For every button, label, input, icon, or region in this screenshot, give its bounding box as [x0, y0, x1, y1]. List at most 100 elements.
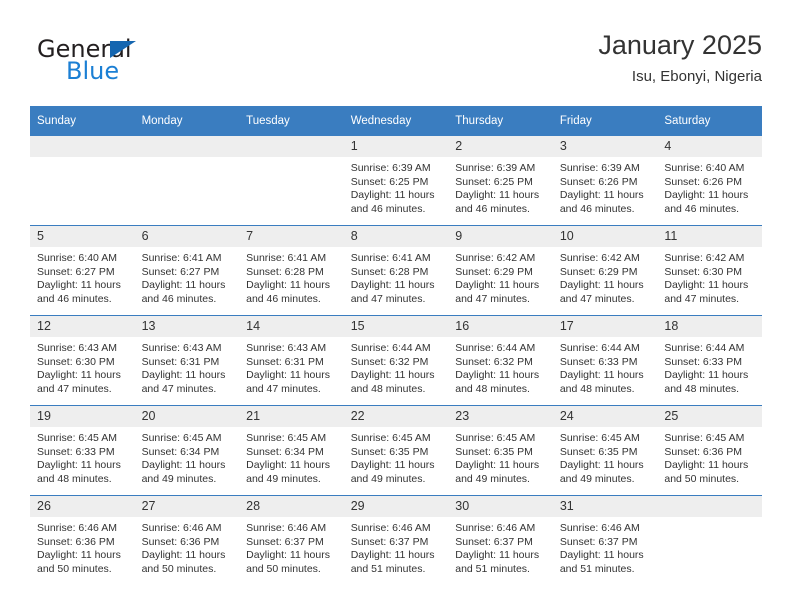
daylight-text-line2: and 49 minutes. — [350, 472, 426, 485]
daylight-text-line1: Daylight: 11 hours — [246, 549, 330, 562]
day-number: 31 — [552, 496, 658, 517]
calendar-weekday-header: Sunday Monday Tuesday Wednesday Thursday… — [30, 106, 762, 136]
day-details: Sunrise: 6:45 AM Sunset: 6:34 PM Daylight:… — [135, 427, 240, 486]
daylight-text-line1: Daylight: 11 hours — [455, 279, 540, 292]
day-cell[interactable]: 14 Sunrise: 6:43 AM Sunset: 6:31 PM Dayligh… — [239, 315, 344, 406]
daylight-text-line1: Daylight: 11 hours — [559, 279, 644, 292]
daylight-text-line2: and 49 minutes. — [455, 472, 530, 485]
sunset-text: Sunset: 6:37 PM — [455, 535, 533, 548]
day-cell[interactable]: 18 Sunrise: 6:44 AM Sunset: 6:33 PM Dayligh… — [657, 315, 762, 406]
day-number: 2 — [448, 136, 553, 157]
page-subtitle: Isu, Ebonyi, Nigeria — [631, 68, 762, 85]
day-details: Sunrise: 6:43 AM Sunset: 6:31 PM Daylight:… — [135, 337, 240, 396]
day-cell[interactable]: 31 Sunrise: 6:46 AM Sunset: 6:37 PM Dayligh… — [552, 495, 658, 585]
day-cell[interactable] — [134, 135, 240, 226]
daylight-text-line1: Daylight: 11 hours — [455, 549, 540, 562]
day-cell[interactable]: 3 Sunrise: 6:39 AM Sunset: 6:26 PM Daylight… — [552, 135, 658, 226]
day-details: Sunrise: 6:46 AM Sunset: 6:36 PM Daylight:… — [30, 517, 135, 576]
daylight-text-line2: and 46 minutes. — [559, 202, 635, 215]
sunrise-text: Sunrise: 6:45 AM — [350, 432, 431, 444]
day-cell[interactable]: 11 Sunrise: 6:42 AM Sunset: 6:30 PM Dayligh… — [657, 225, 762, 316]
day-cell[interactable]: 10 Sunrise: 6:42 AM Sunset: 6:29 PM Dayligh… — [552, 225, 658, 316]
sunset-text: Sunset: 6:36 PM — [664, 445, 743, 458]
daylight-text-line1: Daylight: 11 hours — [664, 459, 749, 472]
sunrise-text: Sunrise: 6:42 AM — [455, 252, 536, 264]
day-cell[interactable]: 20 Sunrise: 6:45 AM Sunset: 6:34 PM Dayligh… — [134, 405, 240, 496]
day-cell[interactable]: 5 Sunrise: 6:40 AM Sunset: 6:27 PM Daylight… — [30, 225, 135, 316]
day-number: 13 — [134, 316, 240, 337]
sunrise-text: Sunrise: 6:39 AM — [350, 162, 431, 174]
sunrise-text: Sunrise: 6:40 AM — [37, 252, 117, 264]
day-number — [657, 496, 762, 517]
daylight-text-line2: and 51 minutes. — [455, 562, 530, 575]
sunrise-text: Sunrise: 6:46 AM — [246, 522, 327, 534]
day-cell[interactable]: 7 Sunrise: 6:41 AM Sunset: 6:28 PM Daylight… — [239, 225, 344, 316]
day-number: 11 — [657, 226, 762, 247]
day-number: 26 — [30, 496, 135, 517]
sunset-text: Sunset: 6:30 PM — [664, 265, 743, 278]
day-cell[interactable]: 6 Sunrise: 6:41 AM Sunset: 6:27 PM Daylight… — [134, 225, 240, 316]
day-cell[interactable] — [657, 495, 762, 585]
sunrise-text: Sunrise: 6:41 AM — [141, 252, 222, 264]
day-cell[interactable]: 28 Sunrise: 6:46 AM Sunset: 6:37 PM Dayligh… — [239, 495, 344, 585]
day-cell[interactable]: 26 Sunrise: 6:46 AM Sunset: 6:36 PM Dayligh… — [30, 495, 135, 585]
day-cell[interactable]: 23 Sunrise: 6:45 AM Sunset: 6:35 PM Dayligh… — [448, 405, 553, 496]
daylight-text-line2: and 46 minutes. — [455, 202, 530, 215]
day-number: 23 — [448, 406, 553, 427]
logo-text-blue: Blue — [66, 57, 120, 85]
daylight-text-line1: Daylight: 11 hours — [559, 549, 644, 562]
daylight-text-line1: Daylight: 11 hours — [664, 279, 749, 292]
day-cell[interactable]: 1 Sunrise: 6:39 AM Sunset: 6:25 PM Daylight… — [343, 135, 449, 226]
daylight-text-line2: and 48 minutes. — [350, 382, 426, 395]
sunrise-text: Sunrise: 6:45 AM — [664, 432, 745, 444]
day-details: Sunrise: 6:45 AM Sunset: 6:33 PM Daylight:… — [30, 427, 135, 486]
day-cell[interactable]: 2 Sunrise: 6:39 AM Sunset: 6:25 PM Daylight… — [448, 135, 553, 226]
day-number: 30 — [448, 496, 553, 517]
day-details: Sunrise: 6:42 AM Sunset: 6:29 PM Daylight:… — [448, 247, 553, 306]
calendar-page: General Blue January 2025 Isu, Ebonyi, N… — [0, 0, 792, 612]
day-number: 7 — [239, 226, 344, 247]
day-cell[interactable]: 21 Sunrise: 6:45 AM Sunset: 6:34 PM Dayligh… — [239, 405, 344, 496]
day-number: 10 — [552, 226, 658, 247]
day-cell[interactable]: 19 Sunrise: 6:45 AM Sunset: 6:33 PM Dayligh… — [30, 405, 135, 496]
day-cell[interactable]: 17 Sunrise: 6:44 AM Sunset: 6:33 PM Dayligh… — [552, 315, 658, 406]
day-cell[interactable]: 13 Sunrise: 6:43 AM Sunset: 6:31 PM Dayligh… — [134, 315, 240, 406]
day-cell[interactable]: 15 Sunrise: 6:44 AM Sunset: 6:32 PM Dayligh… — [343, 315, 449, 406]
day-details: Sunrise: 6:44 AM Sunset: 6:33 PM Daylight:… — [553, 337, 658, 396]
day-number: 19 — [30, 406, 135, 427]
day-cell[interactable]: 29 Sunrise: 6:46 AM Sunset: 6:37 PM Dayligh… — [343, 495, 449, 585]
day-details: Sunrise: 6:41 AM Sunset: 6:28 PM Daylight:… — [239, 247, 344, 306]
daylight-text-line1: Daylight: 11 hours — [350, 369, 435, 382]
day-cell[interactable]: 9 Sunrise: 6:42 AM Sunset: 6:29 PM Daylight… — [448, 225, 553, 316]
daylight-text-line2: and 46 minutes. — [350, 202, 426, 215]
daylight-text-line2: and 48 minutes. — [664, 382, 740, 395]
day-cell[interactable]: 16 Sunrise: 6:44 AM Sunset: 6:32 PM Dayligh… — [448, 315, 553, 406]
daylight-text-line1: Daylight: 11 hours — [37, 549, 121, 562]
day-cell[interactable]: 4 Sunrise: 6:40 AM Sunset: 6:26 PM Daylight… — [657, 135, 762, 226]
day-cell[interactable]: 22 Sunrise: 6:45 AM Sunset: 6:35 PM Dayligh… — [343, 405, 449, 496]
sunset-text: Sunset: 6:36 PM — [37, 535, 115, 548]
day-cell[interactable]: 30 Sunrise: 6:46 AM Sunset: 6:37 PM Dayligh… — [448, 495, 553, 585]
day-cell[interactable]: 12 Sunrise: 6:43 AM Sunset: 6:30 PM Dayligh… — [30, 315, 135, 406]
day-cell[interactable]: 24 Sunrise: 6:45 AM Sunset: 6:35 PM Dayligh… — [552, 405, 658, 496]
daylight-text-line2: and 50 minutes. — [141, 562, 217, 575]
sunrise-text: Sunrise: 6:43 AM — [141, 342, 222, 354]
daylight-text-line1: Daylight: 11 hours — [664, 189, 749, 202]
day-details: Sunrise: 6:39 AM Sunset: 6:25 PM Daylight:… — [448, 157, 553, 216]
page-header: General Blue January 2025 Isu, Ebonyi, N… — [30, 28, 762, 98]
day-cell[interactable]: 27 Sunrise: 6:46 AM Sunset: 6:36 PM Dayligh… — [134, 495, 240, 585]
sunrise-text: Sunrise: 6:41 AM — [246, 252, 327, 264]
sunset-text: Sunset: 6:37 PM — [559, 535, 638, 548]
day-cell[interactable] — [239, 135, 344, 226]
sunset-text: Sunset: 6:25 PM — [350, 175, 429, 188]
day-cell[interactable]: 25 Sunrise: 6:45 AM Sunset: 6:36 PM Dayligh… — [657, 405, 762, 496]
sunset-text: Sunset: 6:30 PM — [37, 355, 115, 368]
sunrise-text: Sunrise: 6:45 AM — [141, 432, 222, 444]
sunset-text: Sunset: 6:32 PM — [455, 355, 533, 368]
daylight-text-line2: and 47 minutes. — [559, 292, 635, 305]
day-details: Sunrise: 6:45 AM Sunset: 6:36 PM Daylight:… — [657, 427, 762, 486]
daylight-text-line1: Daylight: 11 hours — [141, 279, 226, 292]
day-cell[interactable] — [30, 135, 135, 226]
day-cell[interactable]: 8 Sunrise: 6:41 AM Sunset: 6:28 PM Daylight… — [343, 225, 449, 316]
daylight-text-line1: Daylight: 11 hours — [37, 279, 121, 292]
